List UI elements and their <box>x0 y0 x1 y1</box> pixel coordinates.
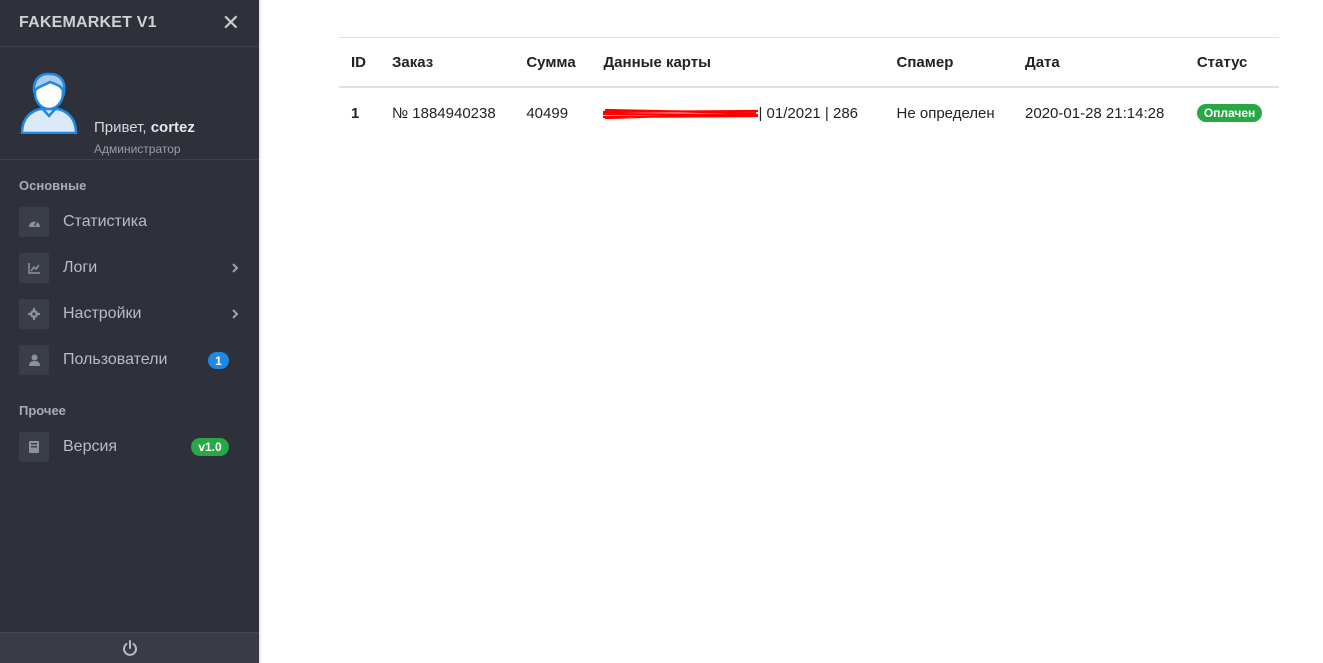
section-title-other: Прочее <box>19 403 66 418</box>
sidebar-item-label: Логи <box>63 259 98 276</box>
sidebar-item-users[interactable]: Пользователи 1 <box>19 345 241 375</box>
sidebar-item-logs[interactable]: Логи <box>19 253 241 283</box>
sidebar-item-version[interactable]: Версия v1.0 <box>19 432 241 462</box>
sidebar-header: FAKEMARKET V1 ✕ <box>0 0 259 47</box>
column-header-date[interactable]: Дата <box>1013 37 1185 88</box>
section-title-main: Основные <box>19 178 87 193</box>
close-icon[interactable]: ✕ <box>222 12 240 34</box>
sidebar-item-label: Настройки <box>63 305 142 322</box>
sidebar-item-settings[interactable]: Настройки <box>19 299 241 329</box>
username: cortez <box>150 119 195 136</box>
table-header-row: ID Заказ Сумма Данные карты Спамер Дата … <box>339 37 1279 88</box>
book-icon <box>19 432 49 462</box>
column-header-status[interactable]: Статус <box>1184 37 1279 88</box>
chevron-right-icon <box>232 263 239 273</box>
sidebar-shadow <box>259 0 262 663</box>
sidebar-item-label: Версия <box>63 438 118 455</box>
cell-card: | 01/2021 | 286 <box>591 87 884 138</box>
user-profile: Привет, cortez Администратор <box>0 47 259 160</box>
cell-order: № 1884940238 <box>392 104 496 122</box>
cell-sum: 40499 <box>526 104 569 122</box>
greeting: Привет, cortez <box>94 119 195 136</box>
user-role: Администратор <box>94 142 181 156</box>
chevron-right-icon <box>232 309 239 319</box>
column-header-order[interactable]: Заказ <box>380 37 515 88</box>
redacted-card-number <box>603 108 759 119</box>
sidebar-item-label: Статистика <box>63 213 148 230</box>
sidebar: FAKEMARKET V1 ✕ Привет, cortez Администр… <box>0 0 259 663</box>
column-header-sum[interactable]: Сумма <box>514 37 592 88</box>
gear-icon <box>19 299 49 329</box>
greeting-text: Привет, <box>94 119 151 136</box>
cell-date: 2020-01-28 21:14:28 <box>1025 104 1165 122</box>
version-badge: v1.0 <box>191 438 229 456</box>
cell-spammer: Не определен <box>896 104 995 122</box>
column-header-id[interactable]: ID <box>339 37 381 88</box>
column-header-card[interactable]: Данные карты <box>591 37 885 88</box>
sidebar-item-statistics[interactable]: Статистика <box>19 207 241 237</box>
power-icon[interactable] <box>122 640 138 656</box>
orders-table: ID Заказ Сумма Данные карты Спамер Дата … <box>339 37 1279 138</box>
users-count-badge: 1 <box>208 352 229 369</box>
brand-title: FAKEMARKET V1 <box>19 14 157 31</box>
cell-status: Оплачен <box>1185 87 1279 138</box>
chart-icon <box>19 253 49 283</box>
dashboard-icon <box>19 207 49 237</box>
sidebar-footer <box>0 632 259 663</box>
status-badge: Оплачен <box>1196 104 1263 122</box>
cell-id: 1 <box>351 104 360 122</box>
avatar <box>20 72 78 134</box>
column-header-spammer[interactable]: Спамер <box>884 37 1014 88</box>
user-icon <box>19 345 49 375</box>
table-row[interactable]: 1 № 1884940238 40499 | 01/2021 | 286 Не … <box>339 87 1279 138</box>
sidebar-item-label: Пользователи <box>63 351 168 368</box>
card-expiry-cvv: | 01/2021 | 286 <box>758 104 859 122</box>
